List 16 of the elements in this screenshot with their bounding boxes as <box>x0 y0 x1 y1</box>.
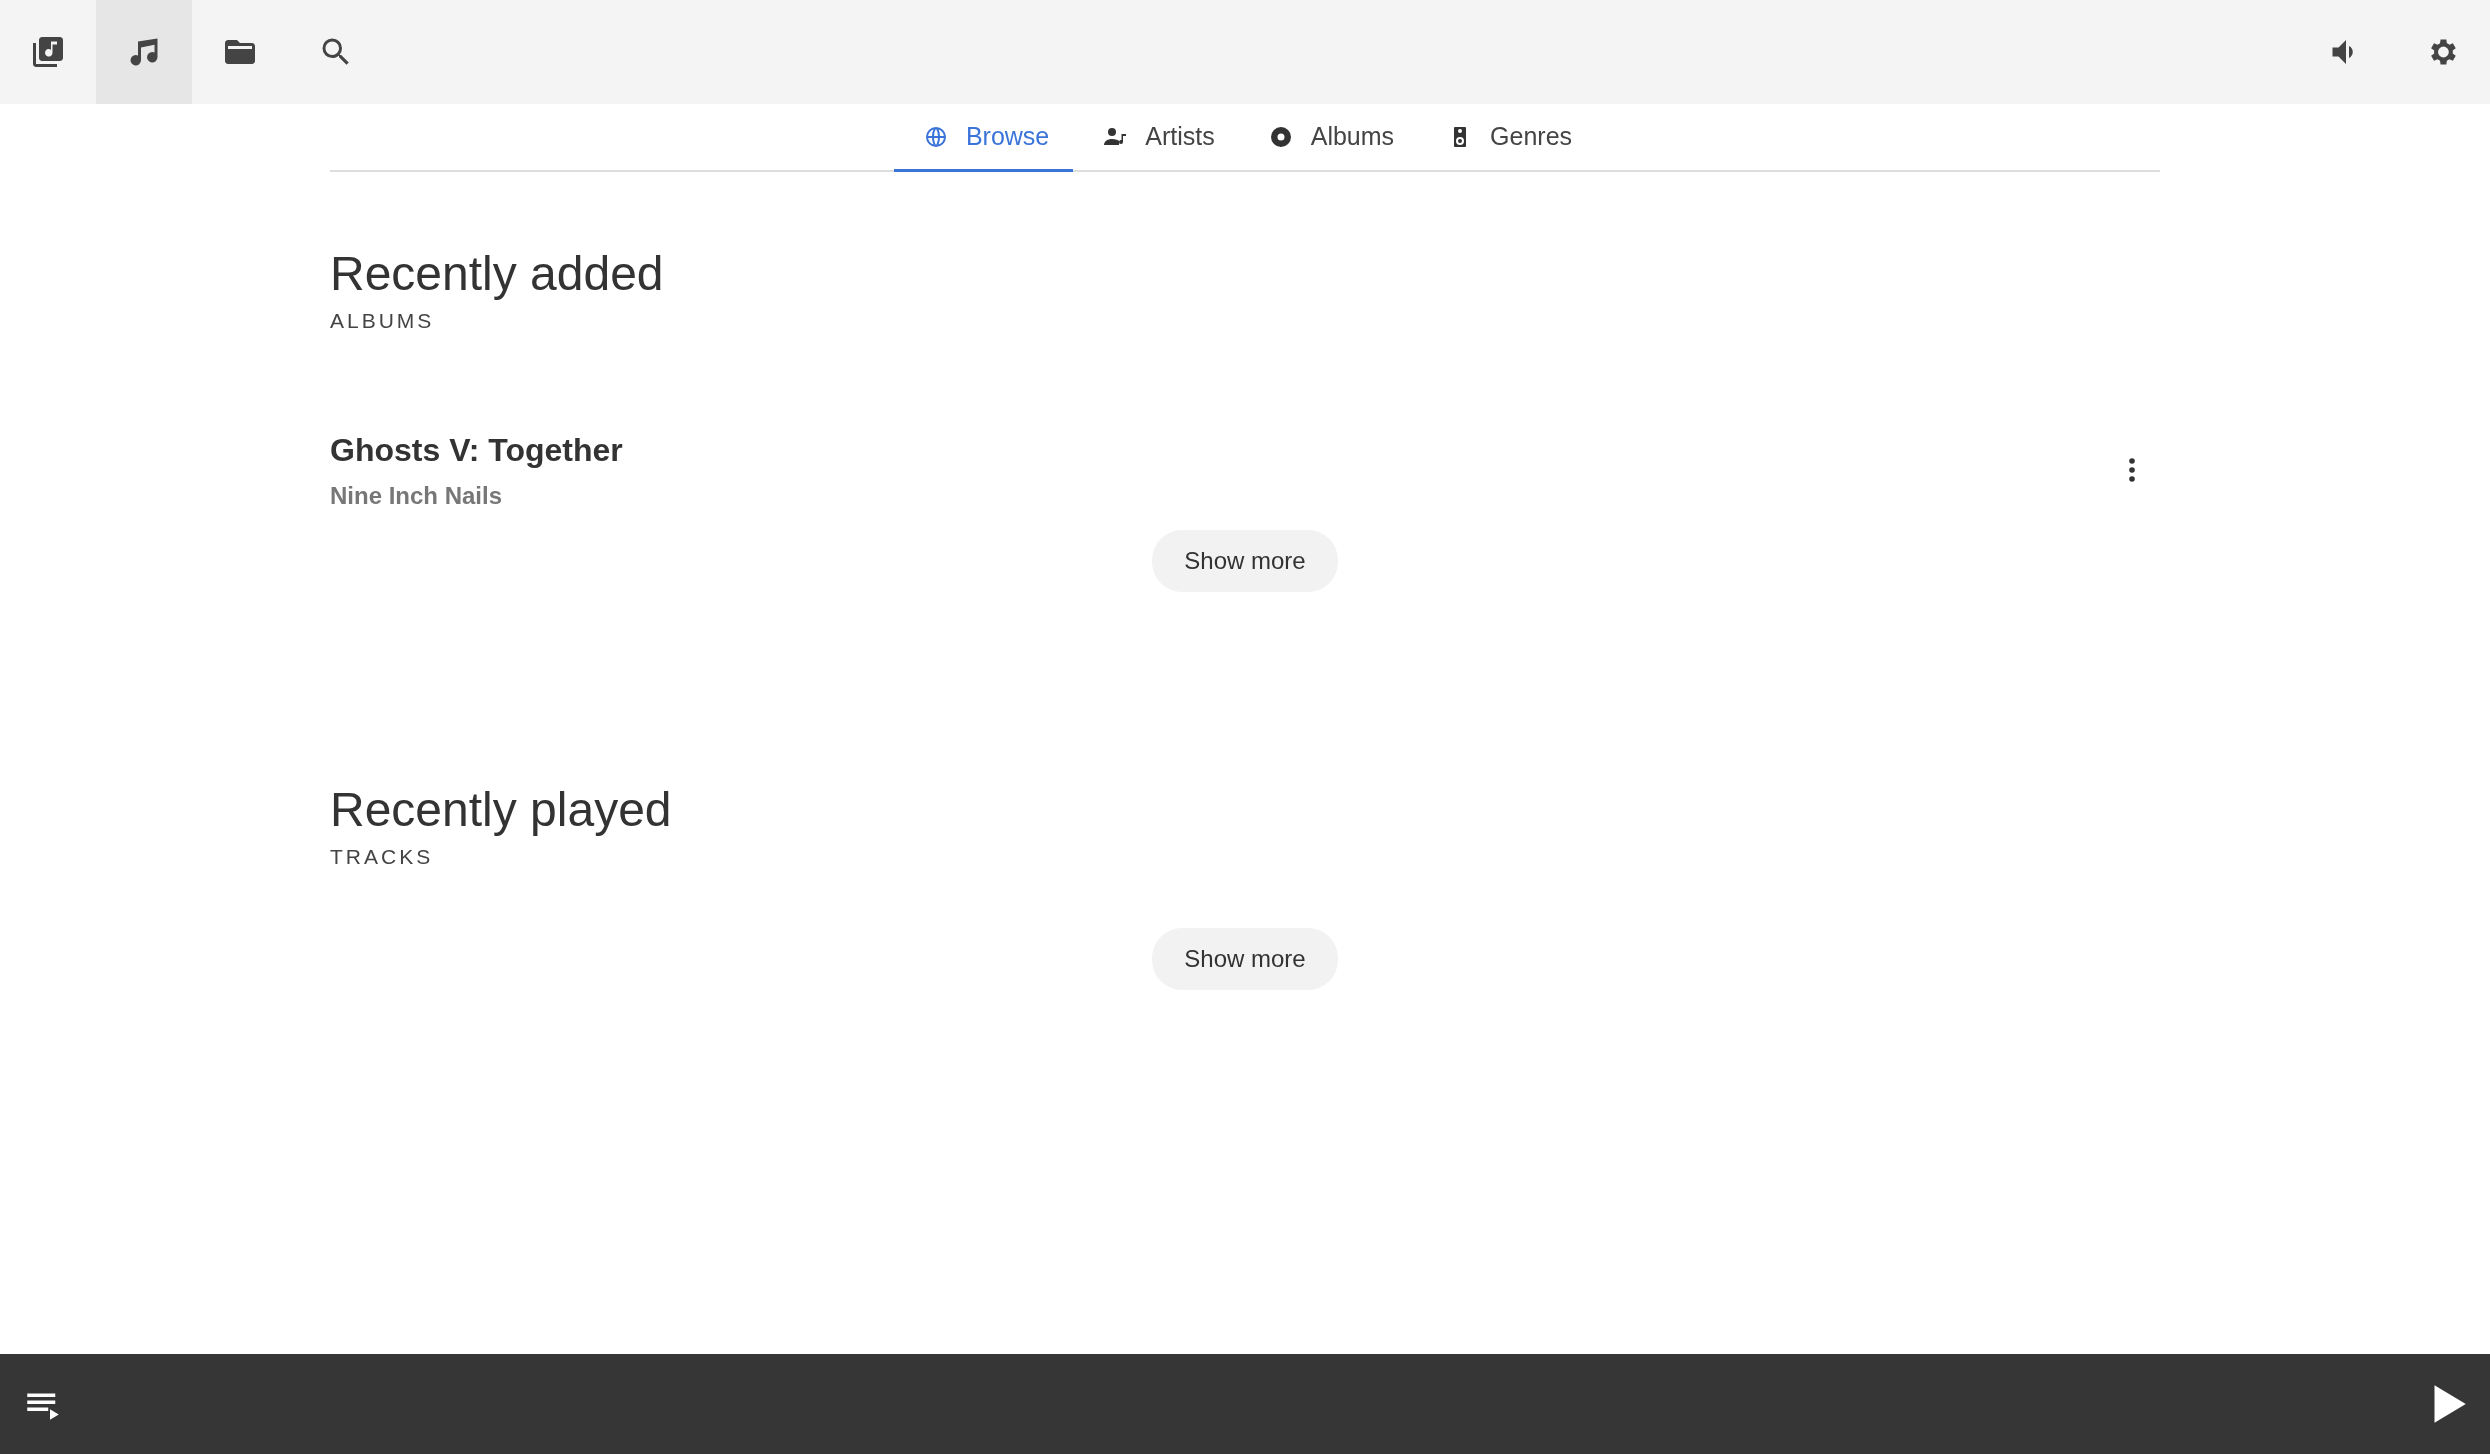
section-subtitle: ALBUMS <box>330 307 436 334</box>
library-music-icon <box>30 34 66 70</box>
tab[interactable]: Artists <box>1073 104 1239 172</box>
album-artist[interactable]: Nine Inch Nails <box>330 478 2112 515</box>
nav-button[interactable] <box>96 0 192 104</box>
album-title[interactable]: Ghosts V: Together <box>330 426 2112 475</box>
tab[interactable]: Browse <box>893 104 1074 172</box>
kebab-icon <box>2128 457 2136 484</box>
tab[interactable]: Genres <box>1418 104 1597 172</box>
globe-icon <box>923 124 948 149</box>
section-heading: Recently played <box>330 784 673 837</box>
section-heading: Recently added <box>330 248 665 301</box>
show-more-button[interactable]: Show more <box>1152 928 1338 991</box>
section-subtitle: TRACKS <box>330 843 435 870</box>
tab[interactable]: Albums <box>1238 104 1419 172</box>
show-more-button[interactable]: Show more <box>1152 530 1338 593</box>
